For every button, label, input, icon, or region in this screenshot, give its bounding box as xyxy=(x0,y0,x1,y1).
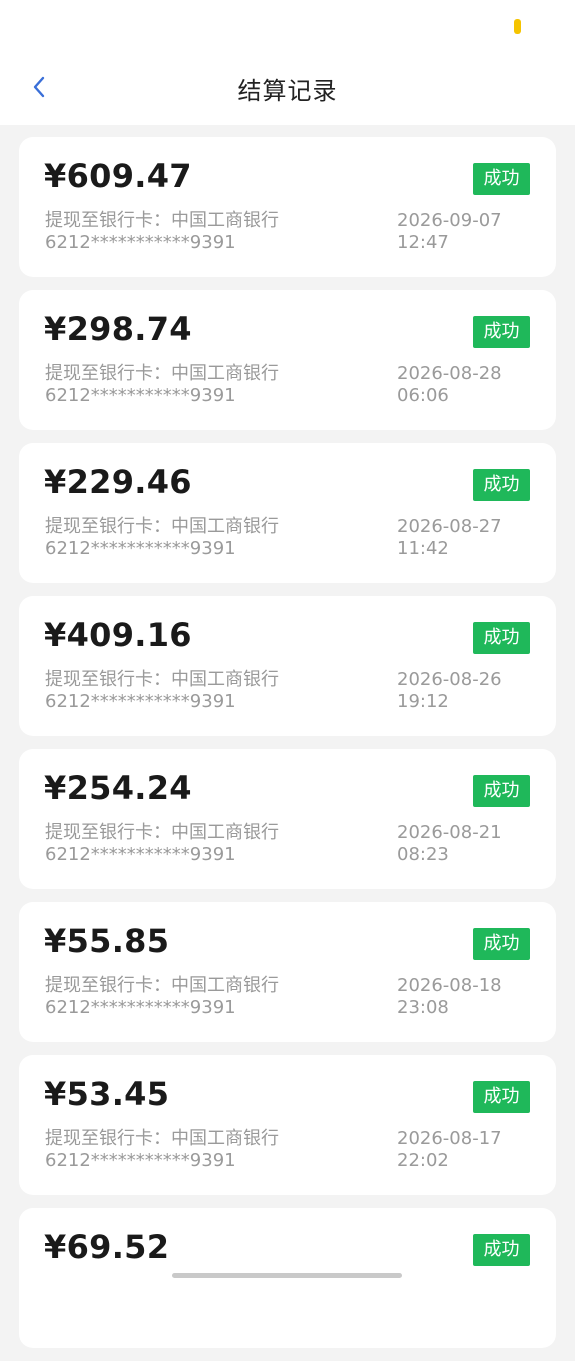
record-destination: 提现至银行卡：中国工商银行 xyxy=(45,210,279,231)
record-amount: ¥69.52 xyxy=(44,1228,170,1266)
record-amount: ¥53.45 xyxy=(44,1075,170,1113)
record-date: 2026-08-18 xyxy=(397,975,502,996)
record-date: 2026-08-21 xyxy=(397,822,502,843)
record-time: 08:23 xyxy=(397,844,449,865)
record-amount: ¥409.16 xyxy=(44,616,192,654)
record-card[interactable]: ¥298.74 成功 提现至银行卡：中国工商银行 6212***********… xyxy=(19,290,556,430)
record-card-number: 6212***********9391 xyxy=(45,232,236,253)
status-badge: 成功 xyxy=(473,316,530,348)
record-card[interactable]: ¥609.47 成功 提现至银行卡：中国工商银行 6212***********… xyxy=(19,137,556,277)
record-destination: 提现至银行卡：中国工商银行 xyxy=(45,975,279,996)
record-destination: 提现至银行卡：中国工商银行 xyxy=(45,363,279,384)
record-amount: ¥229.46 xyxy=(44,463,192,501)
record-amount: ¥298.74 xyxy=(44,310,192,348)
record-time: 12:47 xyxy=(397,232,449,253)
record-time: 06:06 xyxy=(397,385,449,406)
record-amount: ¥609.47 xyxy=(44,157,192,195)
status-bar xyxy=(0,0,575,52)
page-title: 结算记录 xyxy=(237,77,338,105)
record-card[interactable]: ¥409.16 成功 提现至银行卡：中国工商银行 6212***********… xyxy=(19,596,556,736)
status-badge: 成功 xyxy=(473,469,530,501)
record-time: 19:12 xyxy=(397,691,449,712)
record-destination: 提现至银行卡：中国工商银行 xyxy=(45,1128,279,1149)
record-card-number: 6212***********9391 xyxy=(45,844,236,865)
record-destination: 提现至银行卡：中国工商银行 xyxy=(45,669,279,690)
record-card-number: 6212***********9391 xyxy=(45,997,236,1018)
record-date: 2026-08-28 xyxy=(397,363,502,384)
record-time: 23:08 xyxy=(397,997,449,1018)
record-card[interactable]: ¥254.24 成功 提现至银行卡：中国工商银行 6212***********… xyxy=(19,749,556,889)
status-indicator-icon xyxy=(514,19,521,34)
record-list: ¥609.47 成功 提现至银行卡：中国工商银行 6212***********… xyxy=(19,137,556,1361)
record-amount: ¥254.24 xyxy=(44,769,192,807)
status-badge: 成功 xyxy=(473,928,530,960)
home-indicator[interactable] xyxy=(172,1273,402,1278)
nav-bar: 结算记录 xyxy=(0,52,575,125)
status-badge: 成功 xyxy=(473,1234,530,1266)
record-destination: 提现至银行卡：中国工商银行 xyxy=(45,822,279,843)
status-badge: 成功 xyxy=(473,1081,530,1113)
record-card-number: 6212***********9391 xyxy=(45,385,236,406)
record-destination: 提现至银行卡：中国工商银行 xyxy=(45,516,279,537)
status-badge: 成功 xyxy=(473,622,530,654)
record-card-number: 6212***********9391 xyxy=(45,538,236,559)
record-card-number: 6212***********9391 xyxy=(45,1150,236,1171)
record-amount: ¥55.85 xyxy=(44,922,170,960)
record-card[interactable]: ¥55.85 成功 提现至银行卡：中国工商银行 6212***********9… xyxy=(19,902,556,1042)
record-card-number: 6212***********9391 xyxy=(45,691,236,712)
record-card[interactable]: ¥69.52 成功 xyxy=(19,1208,556,1348)
record-date: 2026-09-07 xyxy=(397,210,502,231)
record-card[interactable]: ¥229.46 成功 提现至银行卡：中国工商银行 6212***********… xyxy=(19,443,556,583)
status-badge: 成功 xyxy=(473,163,530,195)
record-time: 22:02 xyxy=(397,1150,449,1171)
record-card[interactable]: ¥53.45 成功 提现至银行卡：中国工商银行 6212***********9… xyxy=(19,1055,556,1195)
status-badge: 成功 xyxy=(473,775,530,807)
record-date: 2026-08-26 xyxy=(397,669,502,690)
record-date: 2026-08-27 xyxy=(397,516,502,537)
record-time: 11:42 xyxy=(397,538,449,559)
record-date: 2026-08-17 xyxy=(397,1128,502,1149)
